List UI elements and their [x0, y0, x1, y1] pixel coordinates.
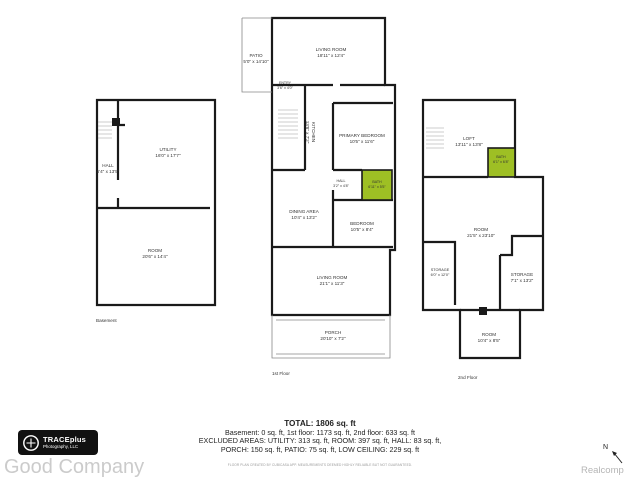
first-floor-plan: [270, 16, 397, 317]
second-floor-caption: 2nd Floor: [458, 375, 478, 380]
kitchen-name: KITCHEN: [311, 122, 316, 142]
first-floor-stairs: [278, 109, 298, 139]
second-room-name: ROOM: [474, 227, 488, 232]
basement-interior-wall: [97, 100, 210, 210]
living-top-dims: 18'11" x 12'4": [317, 53, 345, 58]
excluded-areas-line-2: PORCH: 150 sq. ft, PATIO: 75 sq. ft, LOW…: [220, 444, 420, 454]
bedroom-name: BEDROOM: [350, 221, 374, 226]
second-bath-name: BATH: [496, 155, 506, 159]
floor-plan: HALL 6'4" x 13'5" UTILITY 16'0" x 17'7" …: [95, 16, 545, 380]
loft-dims: 13'11" x 13'8": [455, 142, 483, 147]
logo-mark-icon: [23, 434, 39, 451]
loft-name: LOFT: [463, 136, 475, 141]
porch-name: PORCH: [325, 330, 342, 335]
first-floor-caption: 1st Floor: [272, 371, 290, 376]
patio-dims: 5'0" x 14'10": [243, 59, 269, 64]
basement-stair-block: [112, 118, 120, 126]
basement-caption: Basement: [96, 318, 117, 323]
basement-room-name: ROOM: [148, 248, 162, 253]
first-bath-name: BATH: [372, 180, 382, 184]
entry-name: ENTRY: [279, 81, 292, 85]
dining-name: DINING AREA: [289, 209, 320, 214]
storage-left-dims: 6'0" x 12'0": [431, 273, 450, 277]
photographer-logo: TRACEplus Photography, LLC: [18, 430, 98, 455]
primary-bedroom-dims: 10'5" x 11'6": [350, 139, 375, 144]
first-hall-name: HALL: [337, 179, 346, 183]
logo-subtitle: Photography, LLC: [43, 443, 79, 449]
north-arrow-icon: N: [603, 444, 623, 464]
first-hall-dims: 3'2" x 4'8": [333, 184, 349, 188]
first-bath-dims: 6'11" x 5'5": [368, 185, 386, 189]
second-bath-dims: 6'1" x 6'8": [493, 160, 509, 164]
living-top-name: LIVING ROOM: [316, 47, 347, 52]
room-bottom-dims: 10'4" x 8'5": [478, 338, 501, 343]
living-bottom-name: LIVING ROOM: [317, 275, 348, 280]
living-bottom-dims: 21'1" x 11'3": [320, 281, 345, 286]
entry-dims: 3'6" x 4'0": [277, 86, 293, 90]
basement-utility-name: UTILITY: [159, 147, 176, 152]
basement-room-dims: 20'6" x 14'4": [142, 254, 168, 259]
basement-outline: [95, 98, 217, 307]
primary-bedroom-name: PRIMARY BEDROOM: [339, 133, 385, 138]
basement-utility-dims: 16'0" x 17'7": [155, 153, 181, 158]
kitchen-dims: 13'8" x 7'2": [305, 121, 310, 144]
storage-right-name: STORAGE: [511, 272, 533, 277]
second-floor-stair-block: [479, 307, 487, 315]
room-bottom-name: ROOM: [482, 332, 496, 337]
storage-left-name: STORAGE: [431, 268, 450, 272]
storage-right-dims: 7'1" x 13'2": [511, 278, 534, 283]
basement-hall-dims: 6'4" x 13'5": [97, 169, 120, 174]
area-totals: TOTAL: 1806 sq. ft Basement: 0 sq. ft, 1…: [170, 419, 470, 454]
porch-dims: 20'10" x 7'2": [320, 336, 346, 341]
logo-title: TRACEplus: [43, 434, 87, 444]
basement-stairs: [98, 121, 112, 139]
second-room-dims: 21'5" x 23'10": [467, 233, 495, 238]
basement-plan: [95, 98, 217, 307]
second-floor-stairs: [426, 127, 444, 149]
basement-hall-name: HALL: [102, 163, 114, 168]
patio-name: PATIO: [249, 53, 263, 58]
watermark-brokerage: Good Company: [4, 456, 145, 478]
bedroom-dims: 10'5" x 8'4": [351, 227, 374, 232]
disclaimer: FLOOR PLAN CREATED BY CUBICASA APP. MEAS…: [227, 463, 413, 467]
north-label: N: [603, 444, 608, 451]
dining-dims: 10'4" x 13'2": [291, 215, 317, 220]
